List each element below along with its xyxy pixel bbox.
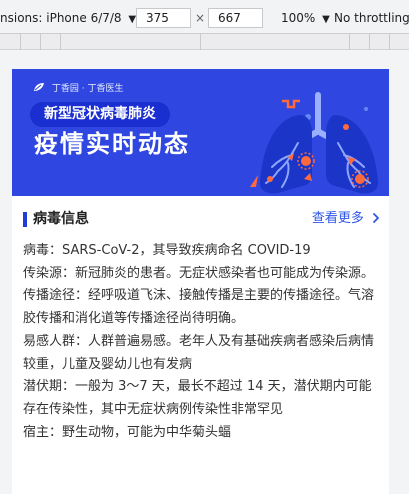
height-input[interactable]: 667 (208, 8, 263, 28)
brand-logo: 丁香园 · 丁香医生 (33, 82, 123, 95)
ruler-mark (60, 34, 61, 50)
ruler-mark (369, 34, 370, 50)
zoom-select[interactable]: 100% ▼ (281, 11, 330, 27)
disease-tag: 新型冠状病毒肺炎 (30, 102, 170, 127)
banner-headline: 疫情实时动态 (34, 130, 190, 158)
section-accent-bar (23, 212, 27, 227)
ruler-mark (40, 34, 41, 50)
chevron-right-icon (373, 213, 379, 223)
virus-info-header: 病毒信息 查看更多 (23, 209, 380, 229)
info-incubation: 潜伏期：一般为 3～7 天，最长不超过 14 天，潜伏期内可能存在传染性，其中无… (23, 379, 372, 417)
width-input[interactable]: 375 (136, 8, 191, 28)
times-sign: × (195, 11, 206, 25)
epidemic-banner[interactable]: 丁香园 · 丁香医生 新型冠状病毒肺炎 疫情实时动态 (12, 69, 389, 196)
device-select[interactable]: nsions: iPhone 6/7/8 ▼ (0, 11, 136, 27)
zoom-caret-icon: ▼ (322, 14, 330, 25)
device-viewport: 丁香园 · 丁香医生 新型冠状病毒肺炎 疫情实时动态 病毒信息 查看更多 病毒：… (0, 50, 409, 494)
device-toolbar: nsions: iPhone 6/7/8 ▼ 375 × 667 100% ▼ … (0, 0, 409, 34)
throttling-select[interactable]: No throttling (334, 11, 409, 25)
info-card: 丁香园 · 丁香医生 新型冠状病毒肺炎 疫情实时动态 病毒信息 查看更多 病毒：… (12, 69, 389, 494)
ruler-mark (389, 34, 390, 50)
media-query-ruler (0, 34, 409, 50)
see-more-label: 查看更多 (311, 211, 364, 226)
zoom-label: 100% (281, 11, 316, 25)
info-virus: 病毒：SARS-CoV-2，其导致疾病命名 COVID-19 (23, 243, 311, 258)
ruler-mark (200, 34, 201, 50)
lungs-virus-illustration (250, 92, 378, 194)
section-title: 病毒信息 (33, 211, 89, 227)
ruler-mark (349, 34, 350, 50)
info-transmission: 传播途径：经呼吸道飞沫、接触传播是主要的传播途径。气溶胶传播和消化道等传播途径尚… (23, 288, 375, 327)
ruler-mark (20, 34, 21, 50)
virus-info-list: 病毒：SARS-CoV-2，其导致疾病命名 COVID-19 传染源：新冠肺炎的… (23, 240, 383, 444)
device-caret-icon: ▼ (128, 14, 137, 25)
info-susceptible: 易感人群：人群普遍易感。老年人及有基础疾病者感染后病情较重，儿童及婴幼儿也有发病 (23, 333, 375, 372)
leaf-logo-icon (34, 83, 44, 91)
see-more-link[interactable]: 查看更多 (312, 210, 380, 228)
device-label: nsions: iPhone 6/7/8 (0, 11, 122, 25)
info-source: 传染源：新冠肺炎的患者。无症状感染者也可能成为传染源。 (23, 265, 375, 281)
info-host: 宿主：野生动物，可能为中华菊头蝠 (23, 424, 232, 440)
brand-text: 丁香园 · 丁香医生 (51, 84, 124, 94)
